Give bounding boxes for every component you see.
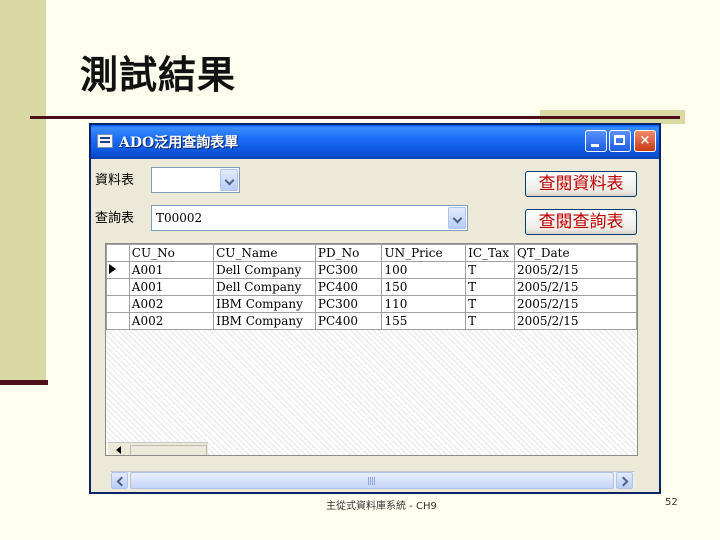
query-select[interactable]: T00002	[151, 205, 468, 231]
grid-table: CU_No CU_Name PD_No UN_Price IC_Tax QT_D…	[106, 244, 637, 330]
column-header[interactable]: CU_No	[128, 244, 215, 262]
cell-ic-tax[interactable]: T	[465, 261, 516, 279]
current-row-arrow-icon	[109, 264, 116, 274]
column-header[interactable]: IC_Tax	[465, 244, 516, 262]
cell-ic-tax[interactable]: T	[465, 312, 516, 330]
grid-inner-scrollbar[interactable]	[108, 442, 208, 455]
cell-un-price[interactable]: 100	[381, 261, 467, 279]
cell-qt-date[interactable]: 2005/2/15	[514, 312, 637, 330]
cell-qt-date[interactable]: 2005/2/15	[514, 295, 637, 313]
slide-side-line	[0, 380, 48, 385]
slide-page-number: 52	[665, 497, 678, 508]
scroll-left-button[interactable]	[111, 472, 128, 489]
row-selector[interactable]	[106, 295, 130, 313]
ado-query-window: ADO泛用查詢表單 × 資料表 查詢表 T00002 查閱資料表 查閱查詢表 C…	[89, 123, 661, 494]
table-row[interactable]: A002 IBM Company PC400 155 T 2005/2/15	[106, 312, 637, 330]
close-button[interactable]: ×	[634, 130, 656, 152]
window-titlebar[interactable]: ADO泛用查詢表單 ×	[91, 125, 659, 159]
slide-title: 測試結果	[80, 53, 237, 97]
cell-cu-no[interactable]: A002	[128, 295, 215, 313]
query-label: 查詢表	[95, 211, 135, 226]
cell-cu-name[interactable]: IBM Company	[213, 295, 316, 313]
cell-qt-date[interactable]: 2005/2/15	[514, 261, 637, 279]
cell-cu-name[interactable]: Dell Company	[213, 278, 316, 296]
minimize-button[interactable]	[585, 130, 607, 152]
row-selector[interactable]	[106, 278, 130, 296]
cell-pd-no[interactable]: PC300	[314, 295, 383, 313]
table-row[interactable]: A001 Dell Company PC300 100 T 2005/2/15	[106, 261, 637, 279]
form-icon	[97, 134, 113, 148]
cell-ic-tax[interactable]: T	[465, 278, 516, 296]
cell-ic-tax[interactable]: T	[465, 295, 516, 313]
scroll-right-button[interactable]	[616, 472, 633, 489]
cell-cu-no[interactable]: A001	[128, 261, 215, 279]
table-row[interactable]: A002 IBM Company PC300 110 T 2005/2/15	[106, 295, 637, 313]
column-header[interactable]: UN_Price	[381, 244, 467, 262]
grid-header-row: CU_No CU_Name PD_No UN_Price IC_Tax QT_D…	[106, 244, 637, 262]
title-rule	[30, 116, 680, 119]
row-selector-header	[106, 244, 130, 262]
cell-cu-name[interactable]: IBM Company	[213, 312, 316, 330]
data-grid[interactable]: CU_No CU_Name PD_No UN_Price IC_Tax QT_D…	[105, 243, 638, 456]
cell-pd-no[interactable]: PC400	[314, 278, 383, 296]
window-title: ADO泛用查詢表單	[119, 135, 239, 151]
horizontal-scrollbar[interactable]	[111, 471, 635, 489]
table-label: 資料表	[95, 173, 135, 188]
grip-icon	[368, 477, 376, 485]
cell-cu-no[interactable]: A002	[128, 312, 215, 330]
chevron-down-icon[interactable]	[220, 169, 238, 191]
cell-pd-no[interactable]: PC300	[314, 261, 383, 279]
scrollbar-thumb[interactable]	[130, 472, 614, 489]
browse-table-button[interactable]: 查閱資料表	[525, 171, 637, 197]
cell-cu-no[interactable]: A001	[128, 278, 215, 296]
cell-un-price[interactable]: 155	[381, 312, 467, 330]
cell-un-price[interactable]: 110	[381, 295, 467, 313]
table-row[interactable]: A001 Dell Company PC400 150 T 2005/2/15	[106, 278, 637, 296]
column-header[interactable]: CU_Name	[213, 244, 316, 262]
cell-pd-no[interactable]: PC400	[314, 312, 383, 330]
column-header[interactable]: PD_No	[314, 244, 383, 262]
cell-qt-date[interactable]: 2005/2/15	[514, 278, 637, 296]
slide-footer: 主從式資料庫系統 - CH9	[326, 501, 437, 512]
query-select-value: T00002	[156, 211, 203, 225]
row-selector[interactable]	[106, 261, 130, 279]
scroll-left-icon[interactable]	[116, 446, 121, 454]
grid-scroll-thumb[interactable]	[130, 445, 207, 455]
chevron-down-icon[interactable]	[448, 207, 466, 229]
slide-side-bar	[0, 0, 46, 380]
column-header[interactable]: QT_Date	[514, 244, 637, 262]
row-selector[interactable]	[106, 312, 130, 330]
browse-query-button[interactable]: 查閱查詢表	[525, 209, 637, 235]
cell-un-price[interactable]: 150	[381, 278, 467, 296]
maximize-button[interactable]	[609, 130, 631, 152]
table-select[interactable]	[151, 167, 240, 193]
cell-cu-name[interactable]: Dell Company	[213, 261, 316, 279]
